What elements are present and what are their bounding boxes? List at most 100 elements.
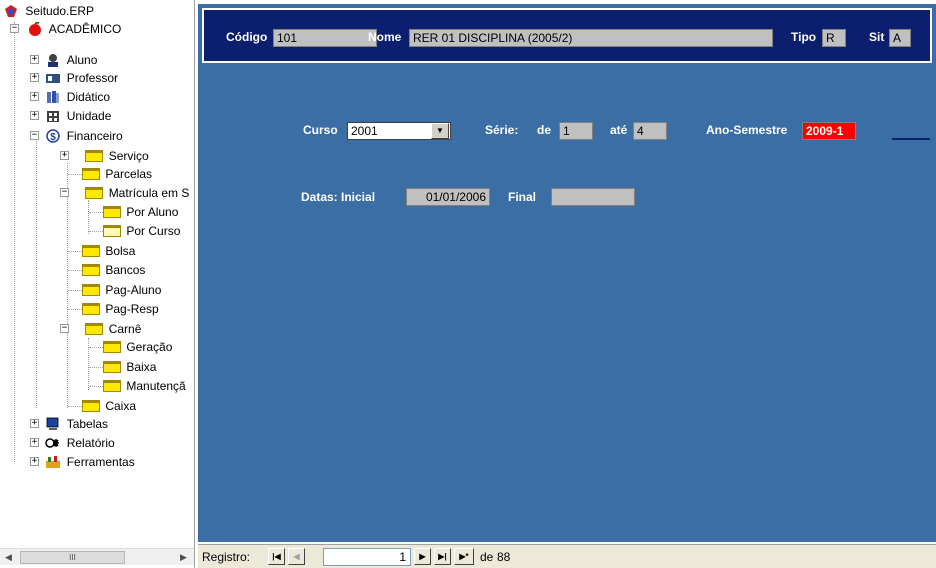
tree-node-pag-resp[interactable]: Pag-Resp [82, 300, 159, 318]
folder-icon [103, 341, 121, 353]
tree-connector [89, 347, 103, 348]
data-final-field[interactable] [551, 188, 635, 206]
navigation-tree: Seitudo.ERP − ACADÊMICO + Aluno + Profes… [0, 0, 195, 544]
tree-node-aluno[interactable]: + Aluno [30, 51, 97, 69]
tree-node-bolsa[interactable]: Bolsa [82, 242, 135, 260]
current-record-input[interactable]: 1 [323, 548, 411, 566]
tree-node-label: Financeiro [66, 129, 123, 143]
scroll-left-icon[interactable]: ◀ [0, 549, 17, 566]
previous-record-button[interactable]: ◀ [288, 548, 305, 565]
tree-node-baixa[interactable]: Baixa [103, 358, 156, 376]
collapse-icon[interactable]: − [60, 188, 69, 197]
serie-de-field[interactable]: 1 [559, 122, 593, 140]
money-icon: $ [45, 129, 61, 143]
de-label: de [537, 123, 552, 137]
tree-node-geracao[interactable]: Geração [103, 338, 172, 356]
expand-icon[interactable]: + [30, 419, 39, 428]
tree-connector [89, 231, 103, 232]
tipo-label: Tipo [791, 30, 817, 44]
total-records: 88 [497, 550, 511, 564]
folder-icon [82, 245, 100, 257]
folder-icon [82, 168, 100, 180]
collapse-icon[interactable]: − [10, 24, 19, 33]
expand-icon[interactable]: + [30, 457, 39, 466]
tree-node-ferramentas[interactable]: + Ferramentas [30, 453, 135, 471]
collapse-icon[interactable]: − [30, 131, 39, 140]
first-record-button[interactable]: |◀ [268, 548, 285, 565]
ano-semestre-field[interactable]: 2009-1 [802, 122, 856, 140]
tree-node-unidade[interactable]: + Unidade [30, 107, 111, 125]
building-icon [45, 109, 61, 123]
folder-icon [82, 264, 100, 276]
tree-connector [68, 270, 82, 271]
of-label: de [480, 550, 494, 564]
tree-node-por-aluno[interactable]: Por Aluno [103, 203, 178, 221]
scroll-thumb[interactable]: III [20, 551, 125, 564]
tree-node-label: Pag-Aluno [105, 283, 162, 297]
curso-label: Curso [303, 123, 338, 137]
tree-node-tabelas[interactable]: + Tabelas [30, 415, 108, 433]
tree-node-label: Matrícula em S [108, 186, 190, 200]
tree-connector [68, 309, 82, 310]
expand-icon[interactable]: + [30, 73, 39, 82]
tree-node-bancos[interactable]: Bancos [82, 261, 145, 279]
tree-node-label: Bancos [105, 263, 146, 277]
tree-connector [68, 406, 82, 407]
tree-node-academico[interactable]: − ACADÊMICO [10, 20, 121, 38]
tree-node-label: Relatório [66, 436, 115, 450]
sit-label: Sit [869, 30, 885, 44]
tree-node-label: Parcelas [105, 167, 153, 181]
codigo-label: Código [226, 30, 268, 44]
tree-node-didatico[interactable]: + Didático [30, 88, 110, 106]
tree-connector [89, 386, 103, 387]
tree-node-root[interactable]: Seitudo.ERP [4, 2, 94, 20]
tree-node-servico[interactable]: + Serviço [60, 147, 149, 165]
new-record-button[interactable]: ▶* [454, 548, 474, 565]
last-record-button[interactable]: ▶| [434, 548, 451, 565]
expand-icon[interactable]: + [30, 111, 39, 120]
expand-icon[interactable]: + [30, 92, 39, 101]
tree-node-parcelas[interactable]: Parcelas [82, 165, 152, 183]
tree-node-matricula[interactable]: − Matrícula em S [60, 184, 189, 202]
app-logo-icon [4, 4, 20, 18]
tree-node-label: Professor [66, 71, 119, 85]
tree-node-caixa[interactable]: Caixa [82, 397, 136, 415]
codigo-field[interactable]: 101 [273, 29, 377, 47]
data-inicial-field[interactable]: 01/01/2006 [406, 188, 490, 206]
tipo-field[interactable]: R [822, 29, 846, 47]
tree-node-pag-aluno[interactable]: Pag-Aluno [82, 281, 161, 299]
expand-icon[interactable]: + [30, 55, 39, 64]
tree-horizontal-scrollbar[interactable]: ◀ III ▶ [0, 548, 194, 565]
tree-node-label: Carnê [108, 322, 142, 336]
scroll-right-icon[interactable]: ▶ [175, 549, 192, 566]
tree-node-carne[interactable]: − Carnê [60, 320, 141, 338]
serie-label: Série: [485, 123, 519, 137]
record-header: Código 101 Nome RER 01 DISCIPLINA (2005/… [202, 8, 932, 63]
expand-icon[interactable]: + [30, 438, 39, 447]
tree-node-label: Baixa [126, 360, 157, 374]
collapse-icon[interactable]: − [60, 324, 69, 333]
folder-icon [82, 400, 100, 412]
tree-node-manutencao[interactable]: Manutençã [103, 377, 186, 395]
ano-semestre-label: Ano-Semestre [706, 123, 788, 137]
folder-icon [103, 380, 121, 392]
folder-icon [103, 361, 121, 373]
tree-connector [89, 212, 103, 213]
tools-icon [45, 455, 61, 469]
next-record-button[interactable]: ▶ [414, 548, 431, 565]
tree-node-professor[interactable]: + Professor [30, 69, 118, 87]
tree-node-financeiro[interactable]: − $ Financeiro [30, 127, 123, 145]
tree-node-label: Geração [126, 340, 173, 354]
chevron-down-icon[interactable]: ▼ [431, 123, 449, 139]
tree-node-label: Ferramentas [66, 455, 135, 469]
serie-ate-field[interactable]: 4 [633, 122, 667, 140]
student-icon [45, 53, 61, 67]
tree-node-relatorio[interactable]: + Relatório [30, 434, 115, 452]
tree-node-por-curso[interactable]: Por Curso [103, 222, 180, 240]
computer-icon [45, 417, 61, 431]
expand-icon[interactable]: + [60, 151, 69, 160]
nome-field[interactable]: RER 01 DISCIPLINA (2005/2) [409, 29, 773, 47]
tree-connector [36, 138, 37, 408]
sit-field[interactable]: A [889, 29, 911, 47]
tree-node-label: Tabelas [66, 417, 109, 431]
